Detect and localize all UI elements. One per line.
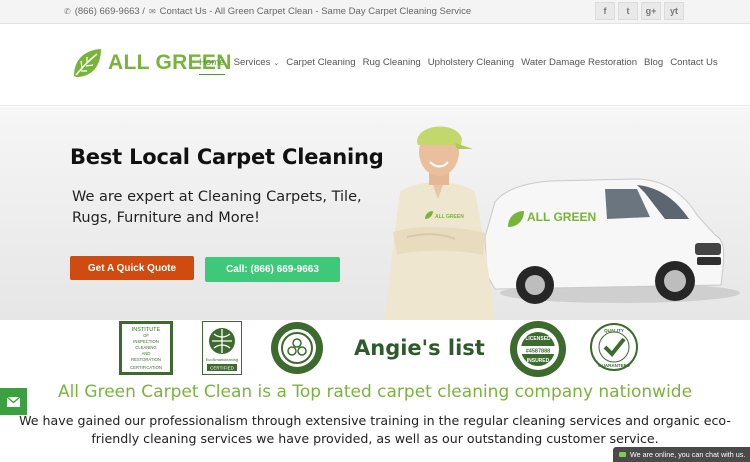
van-brand: ALL GREEN <box>527 210 596 224</box>
facebook-icon[interactable]: f <box>595 2 615 20</box>
leaf-icon <box>74 49 101 77</box>
call-button[interactable]: Call: (866) 669-9663 <box>205 257 340 282</box>
nav-services[interactable]: Services ⌄ <box>234 57 287 75</box>
quality-guaranteed-badge: QUALITY GUARANTEED <box>590 323 638 371</box>
svg-text:#4587888: #4587888 <box>526 349 550 355</box>
hero-heading: Best Local Carpet Cleaning <box>70 145 384 169</box>
phone-icon: ✆ <box>64 7 71 16</box>
svg-text:OF: OF <box>143 333 149 338</box>
svg-text:QUALITY: QUALITY <box>604 328 624 333</box>
svg-text:AND: AND <box>142 351 151 356</box>
envelope-icon: ✉ <box>148 7 156 16</box>
top-contact-link[interactable]: Contact Us - All Green Carpet Clean - Sa… <box>160 6 472 17</box>
google-plus-icon[interactable]: g+ <box>641 2 661 20</box>
twitter-icon[interactable]: t <box>618 2 638 20</box>
hero-banner: Best Local Carpet Cleaning We are expert… <box>0 107 750 320</box>
svg-text:LICENSED: LICENSED <box>525 336 551 342</box>
svg-text:CLEANING: CLEANING <box>135 345 156 350</box>
nav-contact[interactable]: Contact Us <box>670 57 724 75</box>
hero-illustration: ALL GREEN ALL GREEN <box>385 126 740 320</box>
svg-text:INSPECTION: INSPECTION <box>133 339 159 344</box>
certification-badges: INSTITUTE OF INSPECTION CLEANING AND RES… <box>0 320 750 380</box>
seal-badge <box>271 322 323 374</box>
quick-quote-button[interactable]: Get A Quick Quote <box>70 256 194 280</box>
email-tab[interactable] <box>0 388 27 415</box>
main-nav: Home Services ⌄ Carpet Cleaning Rug Clean… <box>199 57 725 75</box>
top-contact-info: ✆ (866) 669-9663 / ✉ Contact Us - All Gr… <box>64 6 471 17</box>
youtube-icon[interactable]: yt <box>664 2 684 20</box>
chat-text: We are online, you can chat with us. <box>630 450 746 459</box>
chevron-down-icon: ⌄ <box>273 60 280 67</box>
eco-certified-badge: EcoSmartcleaning CERTIFIED <box>202 321 242 375</box>
nav-blog[interactable]: Blog <box>644 57 670 75</box>
envelope-icon <box>7 396 20 407</box>
licensed-insured-badge: LICENSED INSURED #4587888 <box>510 321 566 377</box>
angies-list-badge: Angie's list <box>354 336 485 360</box>
iicrc-badge: INSTITUTE OF INSPECTION CLEANING AND RES… <box>119 321 173 375</box>
main-headline: All Green Carpet Clean is a Top rated ca… <box>57 382 693 402</box>
main-body-text: We have gained our professionalism throu… <box>19 413 731 446</box>
nav-carpet-cleaning[interactable]: Carpet Cleaning <box>286 57 362 75</box>
svg-text:CERTIFIED: CERTIFIED <box>210 366 234 371</box>
nav-upholstery-cleaning[interactable]: Upholstery Cleaning <box>428 57 521 75</box>
chat-icon <box>619 452 626 457</box>
live-chat-bar[interactable]: We are online, you can chat with us. <box>613 447 750 462</box>
svg-text:INSURED: INSURED <box>527 358 550 364</box>
cap-brand: ALL GREEN <box>435 214 464 220</box>
nav-rug-cleaning[interactable]: Rug Cleaning <box>363 57 428 75</box>
svg-text:RESTORATION: RESTORATION <box>131 357 161 362</box>
nav-home[interactable]: Home <box>199 57 225 75</box>
site-header: ALL GREEN Home Services ⌄ Carpet Cleaning… <box>0 24 750 106</box>
svg-text:CERTIFICATION: CERTIFICATION <box>130 365 162 370</box>
social-links: f t g+ yt <box>595 2 684 20</box>
top-phone[interactable]: (866) 669-9663 / <box>75 6 145 17</box>
nav-water-damage[interactable]: Water Damage Restoration <box>521 57 644 75</box>
nav-services-label: Services <box>233 57 271 68</box>
svg-text:GUARANTEED: GUARANTEED <box>598 363 631 368</box>
top-bar: ✆ (866) 669-9663 / ✉ Contact Us - All Gr… <box>0 0 750 24</box>
hero-subtitle: We are expert at Cleaning Carpets, Tile,… <box>72 189 362 226</box>
svg-text:EcoSmartcleaning: EcoSmartcleaning <box>206 357 238 362</box>
